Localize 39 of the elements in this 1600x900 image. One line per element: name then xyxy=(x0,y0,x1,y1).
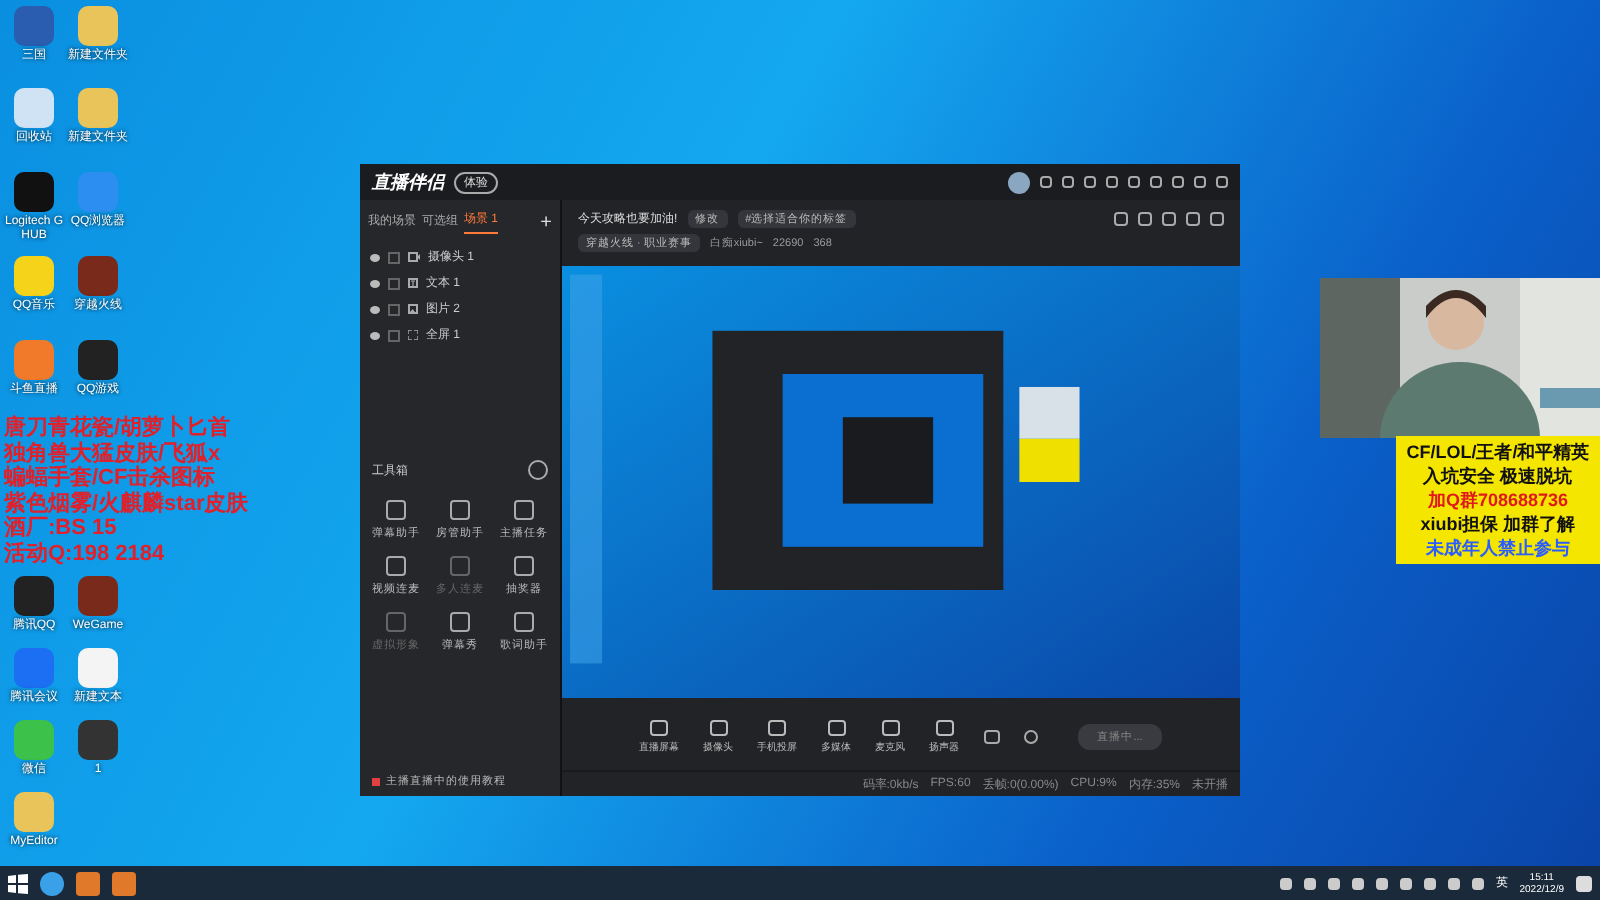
banner-text: xiubi担保 加群了解 xyxy=(1420,512,1576,536)
promo-text: 蝙蝠手套/CF击杀图标 xyxy=(4,466,216,490)
eye-icon[interactable] xyxy=(370,305,380,313)
banner-text: CF/LOL/王者/和平精英 xyxy=(1406,440,1590,464)
promo-text: 活动Q:198 2184 xyxy=(4,541,165,566)
promo-text: 酒厂:BS 15 xyxy=(4,516,117,541)
camera-icon xyxy=(408,252,420,262)
app-icon[interactable] xyxy=(78,340,118,380)
fullscreen-icon xyxy=(408,330,418,340)
eye-icon[interactable] xyxy=(370,279,380,287)
app-icon[interactable] xyxy=(14,172,54,212)
app-icon[interactable] xyxy=(112,871,136,895)
banner-text: 未成年人禁止参与 xyxy=(1426,536,1570,560)
text-icon xyxy=(408,278,418,288)
app-icon[interactable] xyxy=(78,648,118,688)
record-icon[interactable] xyxy=(983,729,1000,743)
app-icon[interactable] xyxy=(78,720,118,760)
app-icon[interactable] xyxy=(14,88,54,128)
settings-icon[interactable] xyxy=(1023,729,1038,743)
windows-start-icon[interactable] xyxy=(8,873,28,893)
browser-icon[interactable] xyxy=(40,871,64,895)
app-logo: 直播伴侣 xyxy=(372,169,444,195)
tip-icon xyxy=(372,777,380,785)
app-icon[interactable] xyxy=(76,871,100,895)
add-tab-button[interactable]: + xyxy=(540,211,552,233)
app-icon[interactable] xyxy=(78,576,118,616)
promo-text: 紫色烟雾/火麒麟star皮肤 xyxy=(4,491,249,515)
banner-text: 入坑安全 极速脱坑 xyxy=(1423,464,1573,488)
settings-icon[interactable] xyxy=(528,460,548,480)
app-icon[interactable] xyxy=(78,256,118,296)
banner-text: 加Q群708688736 xyxy=(1427,488,1569,512)
app-icon[interactable] xyxy=(14,576,54,616)
promo-text: 独角兽大猛皮肤/飞狐x xyxy=(4,441,221,465)
avatar-icon[interactable] xyxy=(1008,171,1030,193)
eye-icon[interactable] xyxy=(370,253,380,261)
eye-icon[interactable] xyxy=(370,331,380,339)
image-icon xyxy=(408,304,418,314)
promo-text: 唐刀青花瓷/胡萝卜匕首 xyxy=(4,416,231,441)
notification-icon[interactable] xyxy=(1576,875,1592,891)
